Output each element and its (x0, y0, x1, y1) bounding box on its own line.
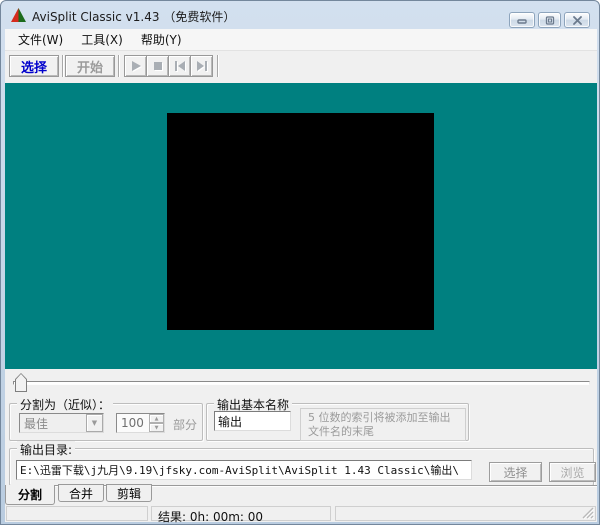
chevron-down-icon[interactable]: ▼ (86, 414, 103, 432)
dir-select-button[interactable]: 选择 (489, 462, 542, 482)
title-bar[interactable]: AviSplit Classic v1.43 （免费软件） (1, 1, 599, 29)
split-group-title: 分割为（近似）： (17, 396, 114, 413)
dir-browse-button[interactable]: 浏览 (549, 462, 596, 482)
resize-grip-icon[interactable] (581, 506, 594, 519)
index-note: 5 位数的索引将被添加至输出 文件名的末尾 (300, 408, 466, 441)
output-name-input[interactable] (214, 411, 291, 431)
menu-tools[interactable]: 工具(X) (72, 28, 132, 51)
index-note-line2: 文件名的末尾 (308, 425, 374, 438)
minimize-icon[interactable] (509, 12, 535, 28)
status-segment-empty (6, 506, 148, 521)
menu-help[interactable]: 帮助(Y) (132, 28, 191, 51)
close-icon[interactable] (564, 12, 590, 28)
select-file-button[interactable]: 选择 (9, 55, 59, 77)
tab-clip[interactable]: 剪辑 (106, 484, 152, 502)
tab-merge[interactable]: 合并 (58, 484, 104, 502)
status-segment-right (335, 506, 596, 521)
menu-bar: 文件(W) 工具(X) 帮助(Y) (5, 29, 597, 51)
avisplit-logo-icon (11, 8, 26, 22)
output-dir-input[interactable] (16, 460, 472, 480)
split-group: 分割为（近似）： 最佳 ▼ 100 ▲ ▼ 部分 (9, 396, 203, 441)
spinner-up-icon[interactable]: ▲ (149, 414, 164, 423)
video-preview-area (5, 83, 597, 369)
output-name-group: 输出基本名称 5 位数的索引将被添加至输出 文件名的末尾 (206, 396, 469, 441)
video-placeholder (167, 113, 434, 330)
maximize-icon[interactable] (538, 12, 561, 28)
spinner-down-icon[interactable]: ▼ (149, 423, 164, 432)
toolbar-separator (62, 55, 63, 77)
index-note-line1: 5 位数的索引将被添加至输出 (308, 411, 451, 424)
output-dir-group-title: 输出目录: (17, 441, 76, 458)
play-icon[interactable] (124, 55, 147, 77)
client-area: 文件(W) 工具(X) 帮助(Y) 选择 开始 分割为（近似）： 最佳 ▼ 10… (5, 29, 597, 524)
status-result-text: 结果: 0h: 00m: 00 (151, 506, 331, 524)
toolbar-separator (118, 55, 119, 77)
start-button[interactable]: 开始 (65, 55, 115, 77)
toolbar: 选择 开始 (5, 51, 597, 83)
menu-file[interactable]: 文件(W) (9, 28, 72, 51)
stop-icon[interactable] (146, 55, 169, 77)
window-title: AviSplit Classic v1.43 （免费软件） (32, 10, 236, 24)
parts-spinner[interactable]: 100 ▲ ▼ (116, 413, 165, 433)
go-to-start-icon[interactable] (168, 55, 191, 77)
parts-value: 100 (121, 416, 144, 430)
split-mode-value: 最佳 (24, 416, 49, 431)
split-mode-combobox[interactable]: 最佳 ▼ (19, 413, 104, 433)
app-window: AviSplit Classic v1.43 （免费软件） 文件(W) 工具(X… (0, 0, 600, 525)
tab-split[interactable]: 分割 (5, 485, 55, 505)
slider-track[interactable] (13, 381, 590, 385)
parts-suffix-label: 部分 (173, 418, 198, 432)
status-bar: 结果: 0h: 00m: 00 (5, 505, 597, 524)
go-to-end-icon[interactable] (190, 55, 213, 77)
seek-slider[interactable] (5, 369, 597, 397)
slider-thumb[interactable] (15, 373, 27, 392)
toolbar-separator (217, 55, 218, 77)
output-dir-group: 输出目录: 选择 浏览 (9, 441, 596, 486)
